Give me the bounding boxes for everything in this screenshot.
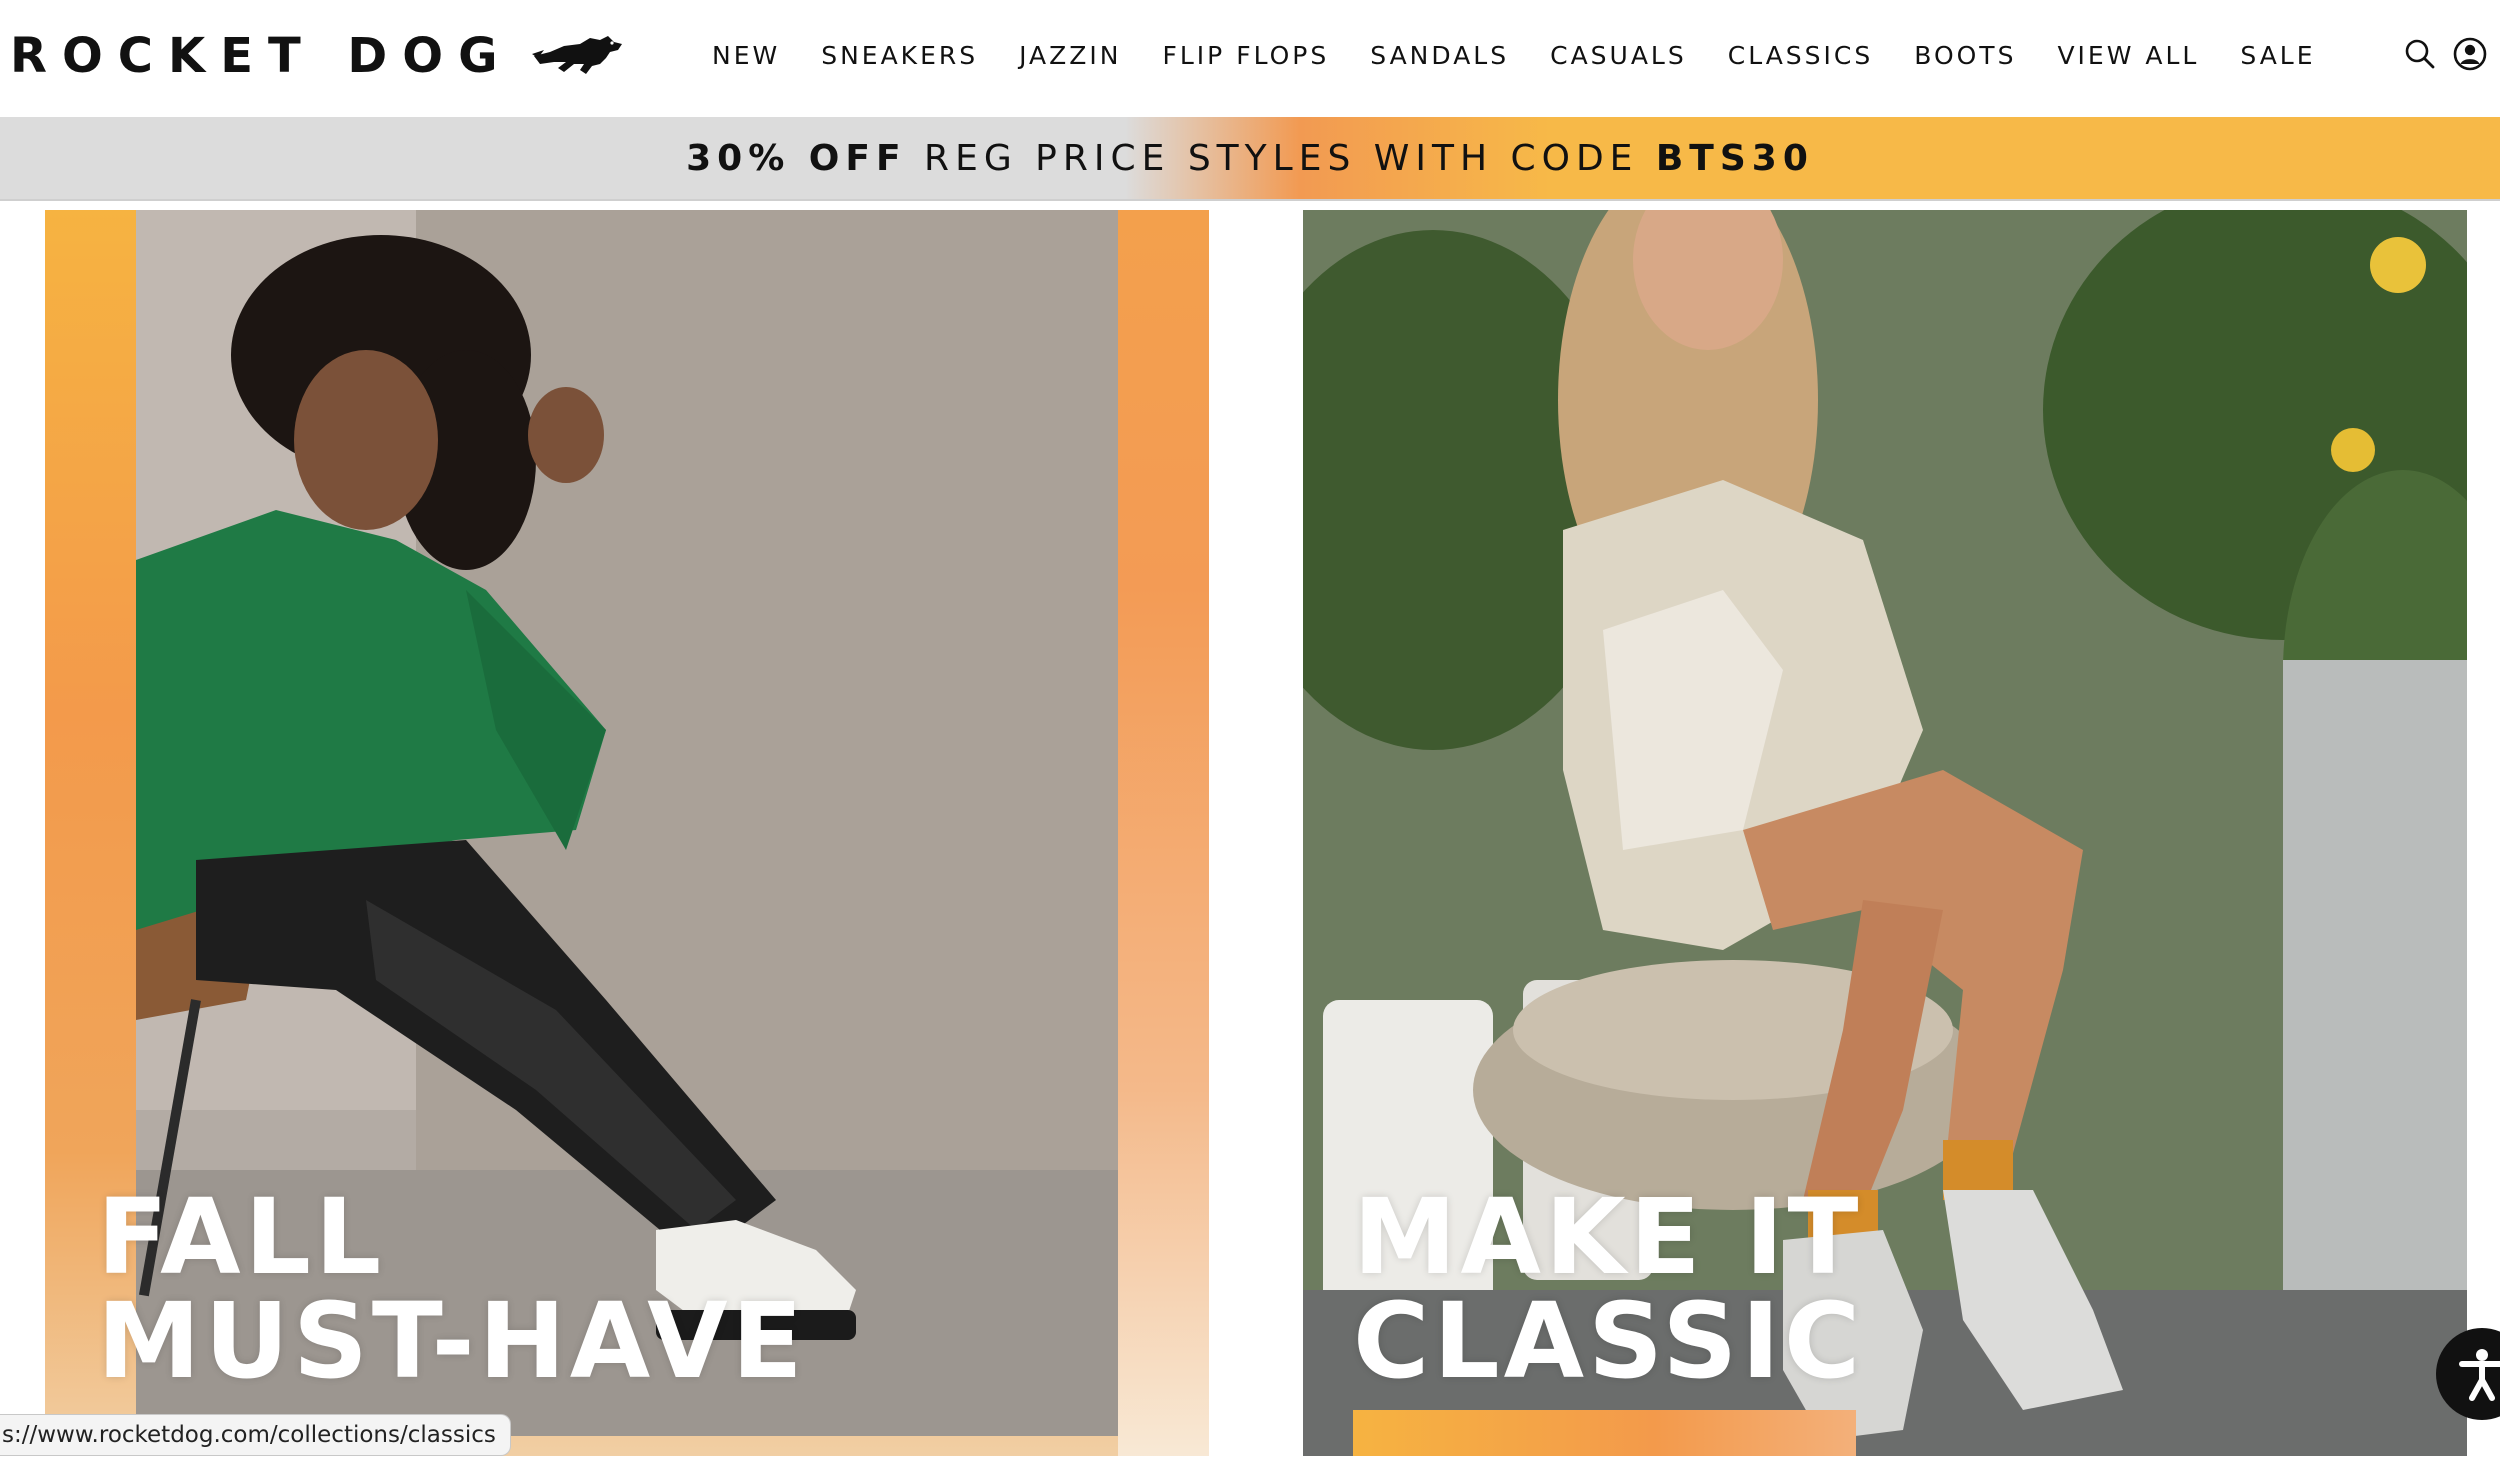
nav-item-view-all[interactable]: VIEW ALL [2057,41,2199,70]
nav-item-flip-flops[interactable]: FLIP FLOPS [1163,41,1330,70]
header-actions [2400,34,2490,74]
status-url-text: s://www.rocketdog.com/collections/classi… [2,1422,496,1448]
account-icon [2453,37,2487,71]
promo-code: BTS30 [1655,137,1814,179]
site-logo[interactable]: ROCKET DOG [10,26,626,86]
search-icon [2405,39,2435,69]
left-panel-accent-bar [1118,210,1209,1466]
nav-item-classics[interactable]: CLASSICS [1728,41,1874,70]
nav-item-sandals[interactable]: SANDALS [1370,41,1509,70]
site-header: ROCKET DOG NEW SNEAKERS JAZZIN FLIP FLOP… [0,0,2500,117]
right-panel-accent-bar [1353,1410,1856,1456]
nav-item-boots[interactable]: BOOTS [1914,41,2016,70]
promo-discount: 30% OFF [686,137,907,179]
hero-panel-fall-must-have[interactable]: FALL MUST-HAVE [45,210,1209,1466]
promo-text: 30% OFF REG PRICE STYLES WITH CODE BTS30 [686,138,1814,179]
account-button[interactable] [2450,34,2490,74]
hero-title-left-line2: MUST-HAVE [97,1280,807,1402]
hero-title-left: FALL MUST-HAVE [97,1185,807,1393]
hero-panel-make-it-classic[interactable]: MAKE IT CLASSIC [1303,210,2467,1456]
nav-item-casuals[interactable]: CASUALS [1550,41,1687,70]
hero-title-right: MAKE IT CLASSIC [1353,1185,1864,1393]
hero-title-right-line1: MAKE IT [1353,1176,1863,1298]
nav-item-new[interactable]: NEW [712,41,780,70]
promo-middle-text: REG PRICE STYLES WITH CODE [906,137,1656,179]
accessibility-icon [2459,1349,2500,1401]
browser-status-url: s://www.rocketdog.com/collections/classi… [0,1414,511,1456]
nav-item-sale[interactable]: SALE [2240,41,2315,70]
nav-item-jazzin[interactable]: JAZZIN [1019,41,1121,70]
hero-title-left-line1: FALL [97,1176,386,1298]
logo-wordmark: ROCKET DOG [10,28,513,84]
page-bottom-edge [0,1456,2500,1466]
nav-item-sneakers[interactable]: SNEAKERS [821,41,978,70]
running-dog-logo-icon [532,36,623,74]
hero-title-right-line2: CLASSIC [1353,1280,1865,1402]
search-button[interactable] [2400,34,2440,74]
main-nav: NEW SNEAKERS JAZZIN FLIP FLOPS SANDALS C… [712,34,2316,76]
promo-banner[interactable]: 30% OFF REG PRICE STYLES WITH CODE BTS30 [0,117,2500,201]
